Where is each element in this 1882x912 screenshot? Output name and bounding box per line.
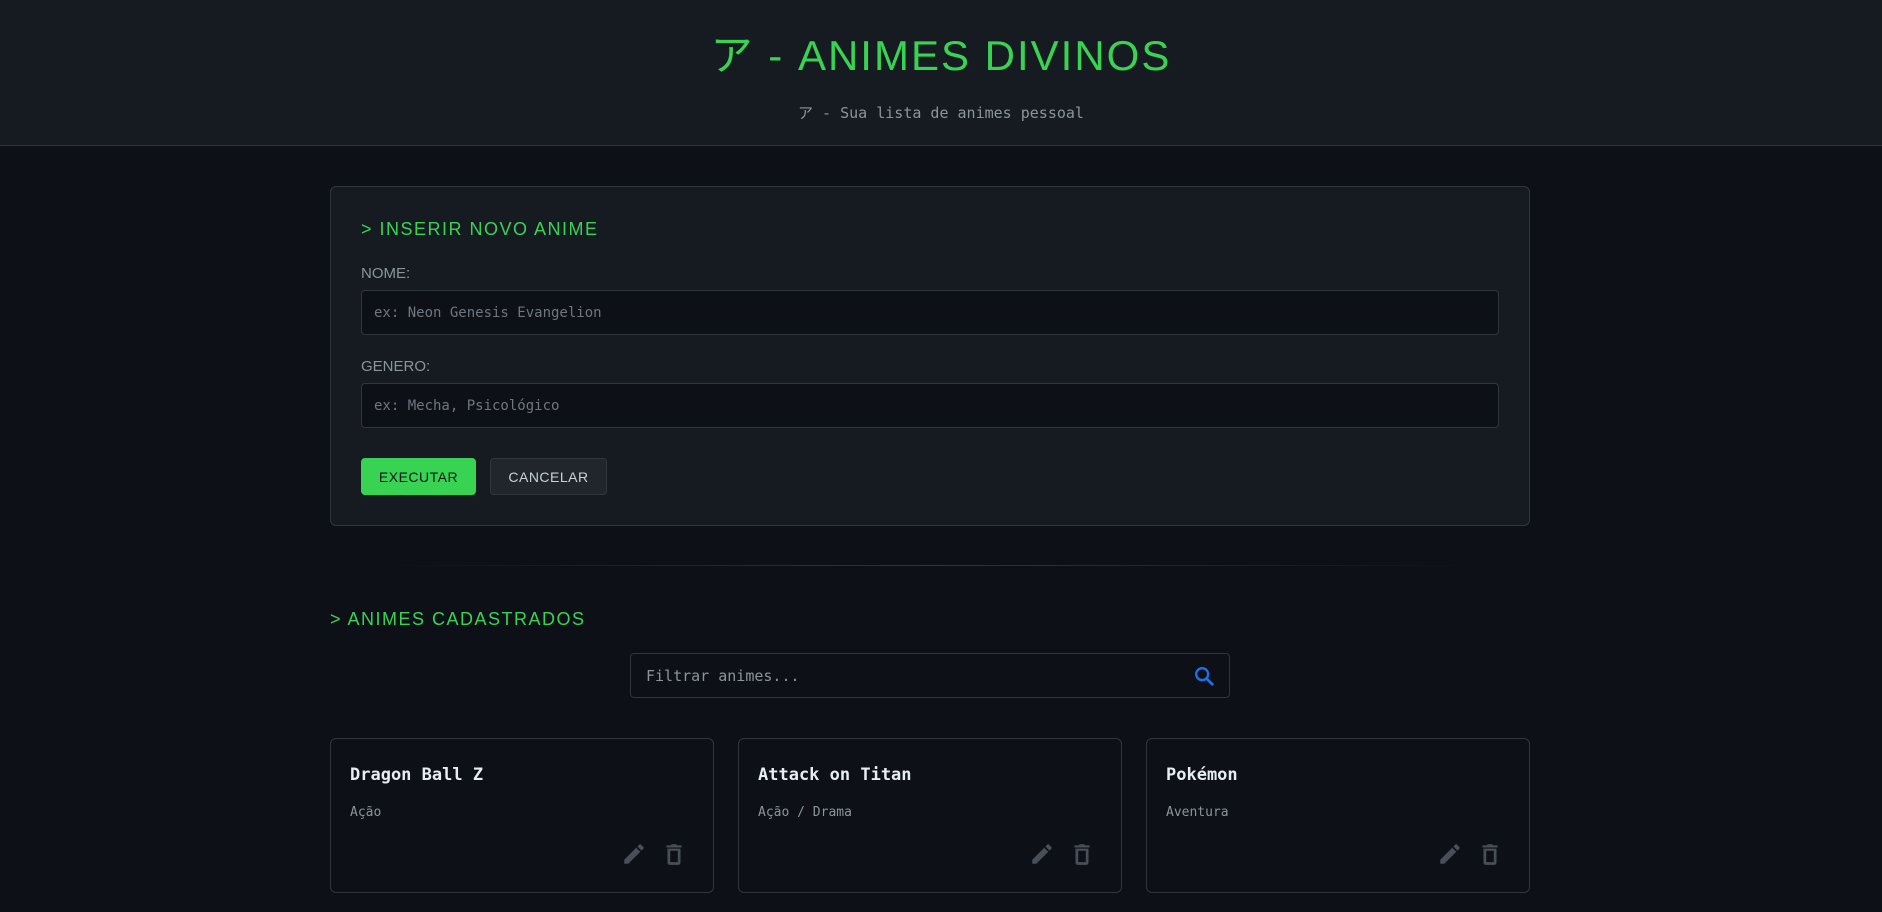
anime-card: Pokémon Aventura xyxy=(1146,738,1530,893)
search-icon[interactable] xyxy=(1193,665,1215,687)
section-divider xyxy=(380,565,1480,566)
pencil-icon[interactable] xyxy=(621,841,647,867)
pencil-icon[interactable] xyxy=(1029,841,1055,867)
trash-icon[interactable] xyxy=(1477,841,1503,867)
anime-genre: Ação / Drama xyxy=(758,805,852,820)
pencil-icon[interactable] xyxy=(1437,841,1463,867)
execute-button[interactable]: EXECUTAR xyxy=(361,458,476,495)
anime-genre: Aventura xyxy=(1166,805,1229,820)
filter-box xyxy=(630,653,1230,698)
name-input[interactable] xyxy=(361,290,1499,335)
site-header: ア - ANIMES DIVINOS ア - Sua lista de anim… xyxy=(0,0,1882,146)
anime-title: Attack on Titan xyxy=(758,765,912,785)
anime-title: Dragon Ball Z xyxy=(350,765,484,785)
name-label: NOME: xyxy=(361,265,411,282)
anime-title: Pokémon xyxy=(1166,765,1238,785)
list-heading: > ANIMES CADASTRADOS xyxy=(330,609,586,629)
cancel-button[interactable]: CANCELAR xyxy=(490,458,607,495)
anime-genre: Ação xyxy=(350,805,382,820)
insert-anime-form: > INSERIR NOVO ANIME NOME: GENERO: EXECU… xyxy=(330,186,1530,526)
filter-input[interactable] xyxy=(631,654,1181,697)
site-title: ア - ANIMES DIVINOS xyxy=(710,32,1172,79)
trash-icon[interactable] xyxy=(661,841,687,867)
trash-icon[interactable] xyxy=(1069,841,1095,867)
site-subtitle: ア - Sua lista de animes pessoal xyxy=(798,104,1084,122)
anime-card: Dragon Ball Z Ação xyxy=(330,738,714,893)
genre-input[interactable] xyxy=(361,383,1499,428)
form-heading: > INSERIR NOVO ANIME xyxy=(361,219,599,239)
genre-label: GENERO: xyxy=(361,358,431,375)
anime-card: Attack on Titan Ação / Drama xyxy=(738,738,1122,893)
